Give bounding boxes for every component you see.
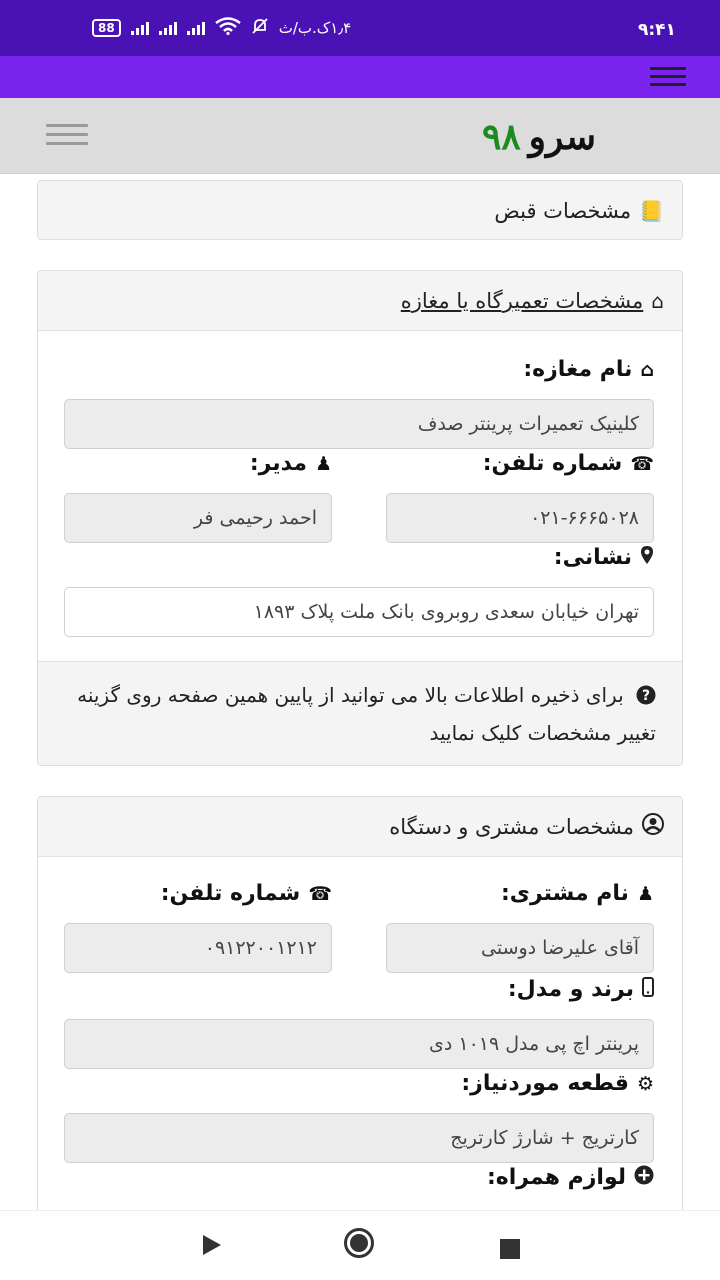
question-circle-icon: ? [630,683,656,707]
home-icon: ⌂ [651,288,664,313]
brand-word: سرو [528,116,597,158]
shop-name-field[interactable]: کلینیک تعمیرات پرینتر صدف [64,399,654,449]
customer-card-title: مشخصات مشتری و دستگاه [389,814,634,839]
back-button[interactable] [203,1231,221,1259]
menu-icon[interactable] [650,67,686,87]
address-label: نشانی: [554,545,654,570]
user-icon: ♟ [314,452,332,475]
phone-icon: ☎ [308,882,332,905]
brand-model-label: برند و مدل: [508,977,654,1002]
status-bar: 88 ۱٫۴ک.ب/ث ۹:۴۱ [0,0,720,56]
manager-label: ♟ مدیر: [249,451,332,476]
play-triangle-icon [203,1235,221,1255]
map-marker-icon [640,545,654,570]
shop-name-label: ⌂ نام مغازه: [523,357,654,382]
brand-logo[interactable]: ۹۸ سرو [482,116,596,158]
customer-phone-field[interactable]: ۰۹۱۲۲۰۰۱۲۱۲ [64,923,332,973]
plus-circle-icon [634,1165,654,1190]
home-circle-icon [344,1228,374,1258]
home-icon: ⌂ [640,358,654,381]
customer-name-field[interactable]: آقای علیرضا دوستی [386,923,654,973]
customer-card: مشخصات مشتری و دستگاه ♟ نام مشتری: آقای … [37,796,683,1210]
save-hint: ? برای ذخیره اطلاعات بالا می توانید از پ… [38,661,682,765]
gear-icon: ⚙ [636,1072,654,1095]
main-content: 📒 مشخصات قبض ⌂ مشخصات تعمیرگاه یا مغازه … [0,174,720,1210]
required-part-label: ⚙ قطعه موردنیاز: [461,1071,654,1096]
user-circle-icon [642,813,664,840]
phone-icon: ☎ [630,452,654,475]
receipt-card-header[interactable]: 📒 مشخصات قبض [38,181,682,239]
accessories-label: لوازم همراه: [487,1165,654,1190]
shop-card-title[interactable]: مشخصات تعمیرگاه یا مغازه [401,289,644,313]
clock: ۹:۴۱ [638,20,676,40]
signal-icon [186,21,205,35]
svg-text:?: ? [642,688,650,704]
shop-phone-label: ☎ شماره تلفن: [482,451,654,476]
system-nav-bar [0,1210,720,1280]
book-icon: 📒 [639,199,664,223]
home-button[interactable] [344,1228,374,1258]
shop-card: ⌂ مشخصات تعمیرگاه یا مغازه ⌂ نام مغازه: … [37,270,683,766]
mobile-icon [642,977,654,1002]
app-bar [0,56,720,98]
receipt-card[interactable]: 📒 مشخصات قبض [37,180,683,240]
required-part-field[interactable]: کارتریج + شارژ کارتریج [64,1113,654,1163]
shop-card-header[interactable]: ⌂ مشخصات تعمیرگاه یا مغازه [38,271,682,331]
brand-model-field[interactable]: پرینتر اچ پی مدل ۱۰۱۹ دی [64,1019,654,1069]
customer-name-label: ♟ نام مشتری: [501,881,654,906]
manager-field[interactable]: احمد رحیمی فر [64,493,332,543]
square-icon [500,1239,520,1259]
signal-icon [130,21,149,35]
customer-phone-label: ☎ شماره تلفن: [160,881,332,906]
mute-icon [251,17,269,39]
status-icons: 88 ۱٫۴ک.ب/ث [92,17,351,39]
network-speed: ۱٫۴ک.ب/ث [278,19,352,37]
customer-card-header[interactable]: مشخصات مشتری و دستگاه [38,797,682,857]
battery-icon: 88 [92,19,121,37]
address-field[interactable]: تهران خیابان سعدی روبروی بانک ملت پلاک ۱… [64,587,654,637]
user-icon: ♟ [636,882,654,905]
site-header: ۹۸ سرو [0,98,720,174]
wifi-icon [214,17,241,39]
nav-toggle-button[interactable] [46,124,88,146]
brand-number: ۹۸ [482,116,521,158]
receipt-card-title: مشخصات قبض [494,199,632,223]
shop-phone-field[interactable]: ۰۲۱-۶۶۶۵۰۲۸ [386,493,654,543]
recents-button[interactable] [500,1235,520,1263]
signal-icon [158,21,177,35]
